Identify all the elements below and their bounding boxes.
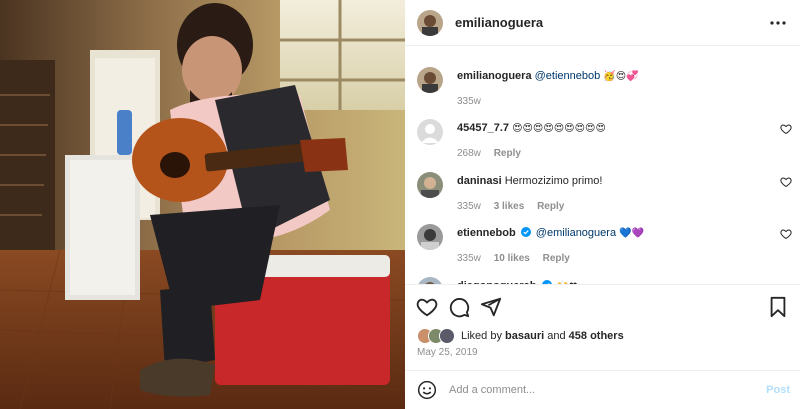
post-date[interactable]: May 25, 2019 <box>417 347 478 358</box>
comment-username[interactable]: emilianoguera <box>457 70 532 82</box>
bookmark-icon[interactable] <box>767 296 789 318</box>
heart-icon[interactable] <box>780 176 792 188</box>
comment-icon[interactable] <box>448 296 470 318</box>
comment-age[interactable]: 335w <box>457 253 481 264</box>
post-photo[interactable] <box>0 0 405 409</box>
avatar[interactable] <box>417 67 443 93</box>
reply-button[interactable]: Reply <box>537 201 564 212</box>
avatar[interactable] <box>417 224 443 250</box>
likes-summary[interactable]: Liked by basauri and 458 others <box>417 327 624 345</box>
post-side-panel: emilianoguera emilianoguera @etiennebob … <box>405 0 800 409</box>
author-avatar[interactable] <box>417 9 443 36</box>
avatar[interactable] <box>417 172 443 198</box>
heart-icon[interactable] <box>416 296 438 318</box>
heart-icon[interactable] <box>780 228 792 240</box>
comment-username[interactable]: etiennebob <box>457 227 516 239</box>
comment-username[interactable]: daninasi <box>457 175 502 187</box>
comment-input[interactable]: Add a comment... <box>449 384 535 396</box>
comment-likes[interactable]: 3 likes <box>494 201 525 212</box>
share-icon[interactable] <box>480 296 502 318</box>
post-button[interactable]: Post <box>766 384 790 396</box>
post-header: emilianoguera <box>405 0 800 46</box>
comment-mention[interactable]: @etiennebob <box>535 70 601 82</box>
comment-age[interactable]: 335w <box>457 201 481 212</box>
comment-age[interactable]: 268w <box>457 148 481 159</box>
comment-age[interactable]: 335w <box>457 96 481 107</box>
comment-text: Hermozizimo primo! <box>504 175 603 187</box>
avatar <box>439 328 455 344</box>
reply-button[interactable]: Reply <box>494 148 521 159</box>
more-options-icon[interactable] <box>768 13 788 33</box>
verified-badge-icon <box>520 227 531 237</box>
reply-button[interactable]: Reply <box>543 253 570 264</box>
liked-by-user[interactable]: basauri <box>505 330 544 342</box>
avatar[interactable] <box>417 119 443 145</box>
liked-by-label: Liked by <box>461 330 502 342</box>
comment-emoji: 💙💜 <box>619 228 645 239</box>
add-comment-bar: Add a comment... Post <box>405 370 800 409</box>
comment-username[interactable]: 45457_7.7 <box>457 122 509 134</box>
comment-emoji: 😍😍😍😍😍😍😍😍😍 <box>512 123 606 134</box>
avatar[interactable] <box>417 277 443 284</box>
comments-list[interactable]: emilianoguera @etiennebob 🥳😍💞 335w 45457… <box>405 47 800 284</box>
comment-mention[interactable]: @emilianoguera <box>536 227 616 239</box>
comment-emoji: 🥳😍💞 <box>603 71 639 82</box>
comment-likes[interactable]: 10 likes <box>494 253 530 264</box>
heart-icon[interactable] <box>780 123 792 135</box>
emoji-icon[interactable] <box>417 380 437 400</box>
action-bar <box>405 284 800 328</box>
liked-by-and: and <box>547 330 566 342</box>
author-username[interactable]: emilianoguera <box>455 15 543 30</box>
liked-by-others[interactable]: 458 others <box>569 330 624 342</box>
